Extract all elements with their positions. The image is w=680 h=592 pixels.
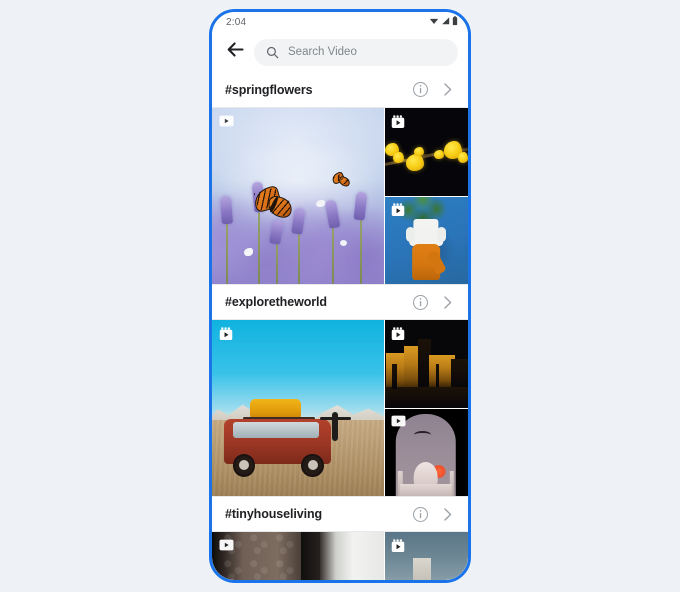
phone-screen: 2:04 Search Video #springflowers #explor… bbox=[212, 12, 468, 580]
status-bar-icons bbox=[429, 13, 458, 31]
hashtag-label: #springflowers bbox=[225, 82, 313, 97]
phone-device-frame: 2:04 Search Video #springflowers #explor… bbox=[209, 9, 471, 583]
status-bar: 2:04 bbox=[212, 12, 468, 32]
signal-icon bbox=[441, 13, 450, 31]
chevron-right-icon[interactable] bbox=[438, 293, 456, 311]
search-placeholder: Search Video bbox=[288, 46, 357, 58]
back-arrow-icon bbox=[225, 39, 246, 65]
thumbnail-image bbox=[384, 320, 468, 408]
search-header: Search Video bbox=[212, 32, 468, 72]
media-column bbox=[384, 320, 468, 496]
thumbnail-image bbox=[384, 108, 468, 196]
status-bar-time: 2:04 bbox=[226, 16, 247, 28]
media-column bbox=[384, 108, 468, 284]
info-icon[interactable] bbox=[410, 504, 430, 524]
chevron-right-icon[interactable] bbox=[438, 505, 456, 523]
thumbnail-image bbox=[384, 196, 468, 284]
thumbnail-image bbox=[384, 532, 468, 580]
thumbnail-image bbox=[212, 108, 384, 284]
thumbnail-image bbox=[384, 408, 468, 496]
back-button[interactable] bbox=[222, 39, 248, 65]
media-tile[interactable] bbox=[384, 532, 468, 580]
media-grid-springflowers bbox=[212, 108, 468, 284]
search-input[interactable]: Search Video bbox=[254, 38, 458, 66]
video-feed[interactable]: #springflowers #exploretheworld #tinyhou… bbox=[212, 72, 468, 580]
media-column bbox=[384, 532, 468, 580]
media-tile[interactable] bbox=[384, 196, 468, 284]
hashtag-row-exploretheworld[interactable]: #exploretheworld bbox=[212, 284, 468, 320]
hashtag-row-springflowers[interactable]: #springflowers bbox=[212, 72, 468, 108]
screenshot-canvas: 2:04 Search Video #springflowers #explor… bbox=[0, 0, 680, 592]
media-grid-exploretheworld bbox=[212, 320, 468, 496]
info-icon[interactable] bbox=[410, 292, 430, 312]
hashtag-label: #exploretheworld bbox=[225, 295, 327, 309]
wifi-icon bbox=[429, 13, 439, 31]
battery-icon bbox=[452, 13, 458, 31]
media-tile[interactable] bbox=[384, 320, 468, 408]
thumbnail-image bbox=[212, 532, 384, 580]
media-tile[interactable] bbox=[212, 320, 384, 496]
info-icon[interactable] bbox=[410, 80, 430, 100]
thumbnail-image bbox=[212, 320, 384, 496]
search-icon bbox=[266, 46, 279, 59]
media-grid-tinyhouseliving bbox=[212, 532, 468, 580]
hashtag-row-tinyhouseliving[interactable]: #tinyhouseliving bbox=[212, 496, 468, 532]
media-tile[interactable] bbox=[212, 108, 384, 284]
media-tile[interactable] bbox=[384, 408, 468, 496]
chevron-right-icon[interactable] bbox=[438, 81, 456, 99]
hashtag-label: #tinyhouseliving bbox=[225, 507, 323, 521]
media-tile[interactable] bbox=[212, 532, 384, 580]
media-tile[interactable] bbox=[384, 108, 468, 196]
